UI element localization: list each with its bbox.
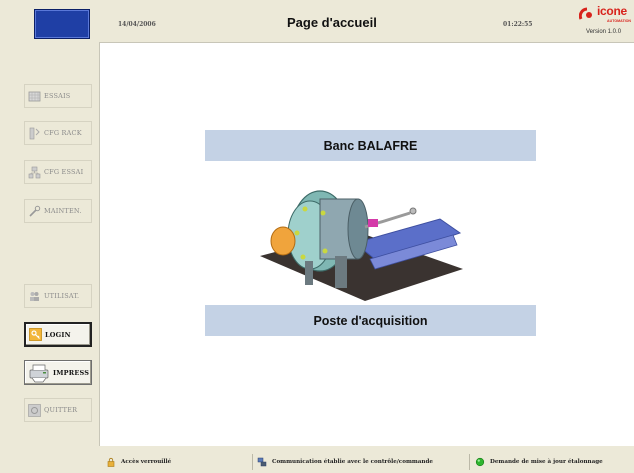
brand-mark-icon xyxy=(578,6,595,20)
sidebar-item-label: MAINTEN. xyxy=(44,207,82,215)
sidebar-item-label: IMPRESS xyxy=(53,368,90,377)
users-icon xyxy=(28,290,41,303)
sidebar-item-utilisat[interactable]: UTILISAT. xyxy=(24,284,92,308)
status-calibration: Demande de mise à jour étalonnage xyxy=(475,457,603,467)
status-divider xyxy=(252,454,253,470)
bench-title-banner: Banc BALAFRE xyxy=(205,130,536,161)
exit-icon xyxy=(28,403,41,417)
main-content: Banc BALAFRE Poste d'acquisition xyxy=(99,42,634,446)
status-bar: Accès verrouillé Communication établie a… xyxy=(100,450,634,473)
sidebar-item-label: CFG ESSAI xyxy=(44,168,84,176)
status-access: Accès verrouillé xyxy=(106,457,171,467)
page-title: Page d'accueil xyxy=(287,15,377,30)
chart-grid-icon xyxy=(28,90,41,103)
header-time: 01:22:55 xyxy=(503,21,533,28)
login-button[interactable]: LOGIN xyxy=(24,322,92,347)
app-logo-panel xyxy=(34,9,90,39)
printer-icon xyxy=(28,363,50,383)
sidebar-item-label: CFG RACK xyxy=(44,129,82,137)
wrench-icon xyxy=(28,205,41,218)
bench-illustration xyxy=(205,161,536,305)
key-icon xyxy=(29,328,42,341)
header: 14/04/2006 Page d'accueil 01:22:55 icone… xyxy=(100,0,634,42)
sidebar-item-cfg-rack[interactable]: CFG RACK xyxy=(24,121,92,145)
station-title-banner: Poste d'acquisition xyxy=(205,305,536,336)
status-divider xyxy=(469,454,470,470)
sidebar-item-label: QUITTER xyxy=(44,406,78,414)
sidebar: ESSAIS CFG RACK CFG ESSAI MAINTEN. UTILI… xyxy=(0,0,100,473)
sidebar-item-cfg-essai[interactable]: CFG ESSAI xyxy=(24,160,92,184)
green-status-dot-icon xyxy=(475,457,485,467)
quit-button[interactable]: QUITTER xyxy=(24,398,92,422)
sidebar-item-label: LOGIN xyxy=(45,330,71,339)
network-icon xyxy=(257,457,267,467)
print-button[interactable]: IMPRESS xyxy=(24,360,92,385)
sidebar-item-label: ESSAIS xyxy=(44,92,71,100)
status-access-text: Accès verrouillé xyxy=(121,459,172,465)
rack-tools-icon xyxy=(28,127,41,140)
status-calibration-text: Demande de mise à jour étalonnage xyxy=(490,459,603,465)
network-config-icon xyxy=(28,166,41,179)
status-communication: Communication établie avec le contrôle/c… xyxy=(257,457,433,467)
status-communication-text: Communication établie avec le contrôle/c… xyxy=(272,459,433,465)
version-label: Version 1.0.0 xyxy=(586,29,622,35)
brand-logo: icone AUTOMATION xyxy=(577,4,634,24)
sidebar-item-mainten[interactable]: MAINTEN. xyxy=(24,199,92,223)
header-date: 14/04/2006 xyxy=(118,21,156,28)
lock-icon xyxy=(106,457,116,467)
sidebar-item-essais[interactable]: ESSAIS xyxy=(24,84,92,108)
brand-name: icone xyxy=(597,4,627,18)
brand-subtitle: AUTOMATION xyxy=(607,19,632,23)
sidebar-item-label: UTILISAT. xyxy=(44,292,80,300)
